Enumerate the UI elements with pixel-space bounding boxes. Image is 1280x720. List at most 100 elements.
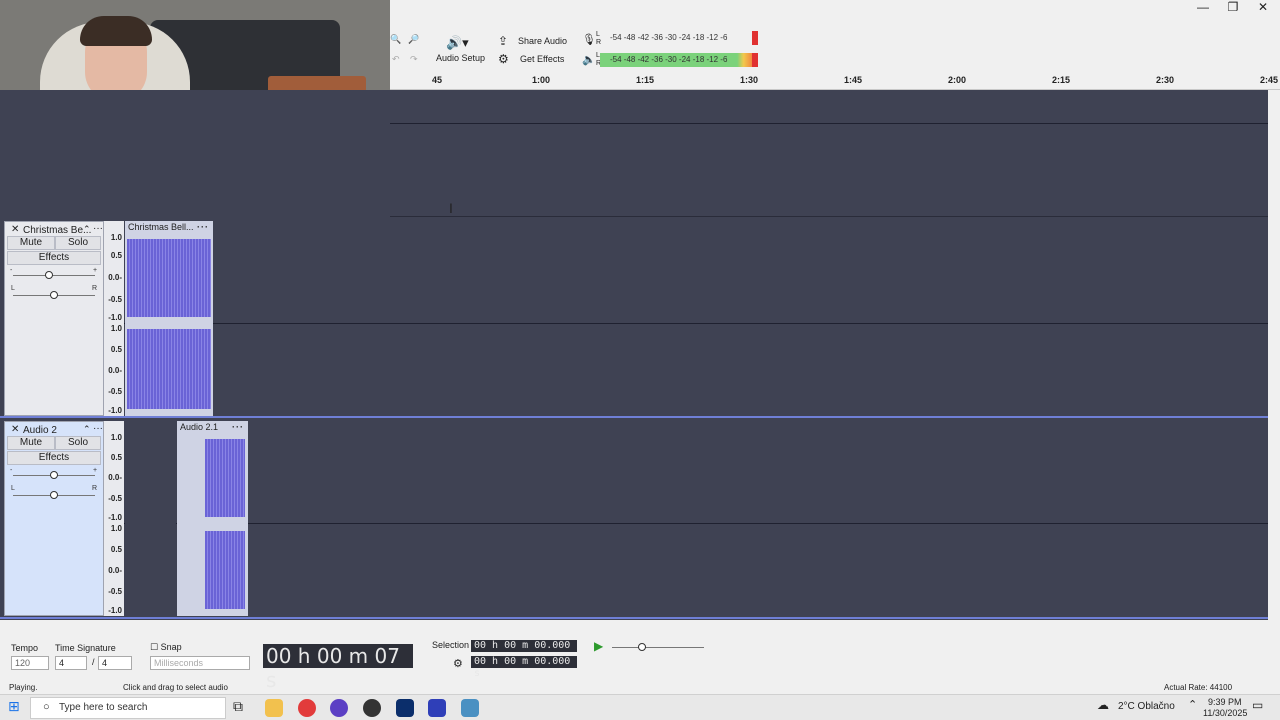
solo-button[interactable]: Solo [55,236,101,250]
gain-slider[interactable] [13,275,95,276]
playback-meter[interactable]: -54 -48 -42 -36 -30 -24 -18 -12 -6 [610,53,727,67]
track-control-panel-2[interactable]: ✕ Audio 2 ⌃ ··· Mute Solo Effects - + L … [4,421,104,616]
app-icon[interactable] [330,699,348,717]
minimize-button[interactable]: — [1188,0,1218,14]
meter-label-R: R [596,39,602,46]
playback-speed-slider[interactable] [612,647,704,648]
notepad-icon[interactable] [461,699,479,717]
time-signature-label: Time Signature [55,643,116,653]
solo-button[interactable]: Solo [55,436,101,450]
time-sig-numerator[interactable]: 4 [55,656,87,670]
clock-date[interactable]: 11/30/2025 [1203,708,1247,718]
audio-clip-christmas[interactable]: Christmas Bell... ··· [125,221,213,416]
amplitude-scale-2: 1.0 0.5 0.0- -0.5 -1.0 1.0 0.5 0.0- -0.5… [104,421,124,616]
ruler-label: 2:30 [1156,75,1175,85]
close-window-button[interactable]: ✕ [1248,0,1278,14]
tray-chevron-icon[interactable]: ⌃ [1188,698,1197,711]
redo-icon[interactable]: ↷ [410,54,418,65]
opera-icon[interactable] [298,699,316,717]
play-at-speed-icon[interactable]: ▶ [594,639,603,653]
file-explorer-icon[interactable] [265,699,283,717]
audio-setup-button[interactable]: Audio Setup [436,53,485,63]
taskbar: ⊞ ○ Type here to search ⧉ ☁ 2°C Oblačno … [0,694,1280,720]
record-meter[interactable]: -54 -48 -42 -36 -30 -24 -18 -12 -6 [610,31,727,45]
zoom-in-icon[interactable]: 🔍 [390,34,401,45]
notification-icon[interactable]: ▭ [1252,698,1263,712]
waveform [205,439,245,517]
clip-title[interactable]: Christmas Bell... ··· [125,221,213,233]
obs-icon[interactable] [363,699,381,717]
playback-speed-knob[interactable] [638,643,646,651]
ruler-label: 45 [432,75,443,85]
close-track-icon[interactable]: ✕ [11,224,19,235]
actual-rate: Actual Rate: 44100 [1164,683,1233,692]
get-effects-button[interactable]: Get Effects [520,54,564,64]
gain-knob[interactable] [45,271,53,279]
windows-start-icon[interactable]: ⊞ [8,698,20,715]
search-icon: ○ [43,701,50,713]
text-cursor-icon: I [449,200,453,216]
audio-clip-audio2[interactable]: Audio 2.1 ··· [177,421,248,616]
clip-menu-icon: ··· [232,422,244,432]
speaker-icon[interactable]: 🔊▾ [446,35,469,51]
restore-button[interactable]: ❐ [1218,0,1248,14]
taskbar-search[interactable]: ○ Type here to search [30,697,226,719]
selection-end[interactable]: 00 h 00 m 00.000 s [471,656,577,679]
snap-checkbox[interactable]: ☐ Snap [150,642,182,653]
ruler-label: 2:00 [948,75,967,85]
undo-icon[interactable]: ↶ [392,54,400,65]
ruler-label: 1:30 [740,75,759,85]
playback-speaker-icon[interactable]: 🔈 [582,53,596,66]
audacity-icon[interactable] [428,699,446,717]
close-track-icon[interactable]: ✕ [11,424,19,435]
weather-icon[interactable]: ☁ [1097,698,1109,712]
waveform [127,239,211,317]
track-menu-icon[interactable]: ··· [93,423,103,434]
ruler-label: 1:00 [532,75,551,85]
pan-knob[interactable] [50,491,58,499]
gain-knob[interactable] [50,471,58,479]
selection-start[interactable]: 00 h 00 m 00.000 s [471,640,577,663]
top-toolbar: — ❐ ✕ 🔍 🔎 ↶ ↷ 🔊▾ Audio Setup ⇪ Share Aud… [390,0,1280,72]
selection-settings-icon[interactable]: ⚙ [453,657,463,670]
clip-title[interactable]: Audio 2.1 ··· [177,421,248,433]
track-name[interactable]: Audio 2 [23,425,57,436]
effects-button[interactable]: Effects [7,451,101,465]
weather-text[interactable]: 2°C Oblačno [1118,701,1175,712]
status-playing: Playing. [9,683,38,692]
snap-unit-select[interactable]: Milliseconds [150,656,250,670]
track-menu-icon[interactable]: ··· [93,223,103,234]
ruler-label: 2:15 [1052,75,1071,85]
share-icon: ⇪ [498,34,509,48]
timeline-ruler[interactable]: 45 1:00 1:15 1:30 1:45 2:00 2:15 2:30 2:… [390,72,1280,90]
tempo-input[interactable]: 120 [11,656,49,670]
zoom-out-icon[interactable]: 🔎 [408,34,419,45]
ruler-label: 1:15 [636,75,655,85]
collapse-icon[interactable]: ⌃ [83,224,91,235]
time-sig-denominator[interactable]: 4 [98,656,132,670]
waveform [127,329,211,409]
effects-plug-icon: ⚙ [498,52,509,66]
status-hint: Click and drag to select audio [123,683,228,692]
ruler-label: 2:45 [1260,75,1279,85]
waveform [205,531,245,609]
track-control-panel-1[interactable]: ✕ Christmas Be... ⌃ ··· Mute Solo Effect… [4,221,104,416]
photoshop-icon[interactable] [396,699,414,717]
share-audio-button[interactable]: Share Audio [518,36,567,46]
ruler-label: 1:45 [844,75,863,85]
clip-menu-icon: ··· [197,222,209,232]
meter-label-L: L [596,31,600,38]
time-display[interactable]: 00 h 00 m 07 s [263,644,413,692]
collapse-icon[interactable]: ⌃ [83,424,91,435]
track-name[interactable]: Christmas Be... [23,225,91,236]
mute-button[interactable]: Mute [7,436,55,450]
mute-button[interactable]: Mute [7,236,55,250]
selection-label: Selection [432,640,470,650]
vertical-scrollbar[interactable] [1268,90,1280,620]
task-view-icon[interactable]: ⧉ [233,698,243,715]
pan-knob[interactable] [50,291,58,299]
clock-time[interactable]: 9:39 PM [1208,697,1242,707]
effects-button[interactable]: Effects [7,251,101,265]
microphone-icon[interactable]: 🎙 [582,33,596,46]
amplitude-scale-1: 1.0 0.5 0.0- -0.5 -1.0 1.0 0.5 0.0- -0.5… [104,221,124,416]
